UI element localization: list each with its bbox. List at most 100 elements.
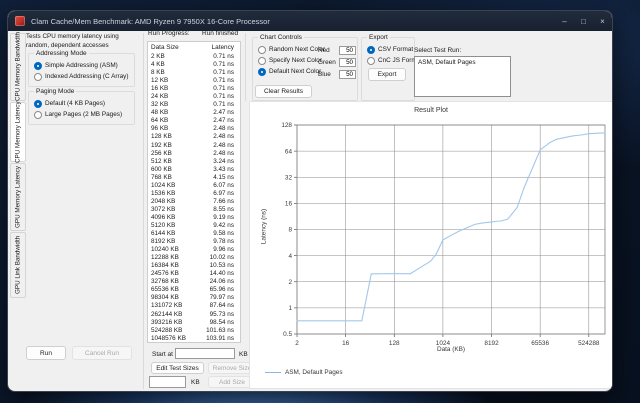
table-row[interactable]: 3072 KB8.55 ns [148,206,240,214]
table-row[interactable]: 16 KB0.71 ns [148,85,240,93]
table-row[interactable]: 512 KB3.24 ns [148,158,240,166]
radio-icon [367,57,375,65]
table-row[interactable]: 12288 KB10.02 ns [148,254,240,262]
table-row[interactable]: 128 KB 2.48 ns [148,133,240,141]
data-size-cell: 16384 KB [151,262,179,270]
data-size-cell: 2048 KB [151,198,175,206]
run-button[interactable]: Run [26,346,66,360]
data-size-cell: 8192 KB [151,238,175,246]
table-row[interactable]: 1048576 KB103.91 ns [148,335,240,343]
radio-option-large-pages-2-mb-pages[interactable]: Large Pages (2 MB Pages) [29,109,134,120]
table-row[interactable]: 4 KB0.71 ns [148,61,240,69]
red-row: Red [318,44,356,56]
table-row[interactable]: 131072 KB87.64 ns [148,302,240,310]
caption-buttons: – □ × [555,11,612,31]
maximize-button[interactable]: □ [574,11,593,31]
test-run-item[interactable]: ASM, Default Pages [415,57,510,66]
radio-option-cnc-js-format[interactable]: CnC JS Format [362,55,414,66]
export-button[interactable]: Export [368,68,406,81]
radio-option-indexed-addressing-c-array[interactable]: Indexed Addressing (C Array) [29,71,134,82]
table-row[interactable]: 32 KB0.71 ns [148,101,240,109]
add-size-unit: KB [191,379,200,387]
data-size-cell: 98304 KB [151,294,179,302]
latency-cell: 3.43 ns [213,166,234,174]
group-title: Addressing Mode [34,50,89,58]
table-row[interactable]: 1024 KB 6.07 ns [148,182,240,190]
sidebar-tab-cpu-memory-bandwidth[interactable]: CPU Memory Bandwidth [10,33,26,101]
data-size-cell: 1024 KB [151,182,175,190]
table-row[interactable]: 4096 KB9.19 ns [148,214,240,222]
radio-icon [34,73,42,81]
red-value-input[interactable] [339,46,356,55]
table-row[interactable]: 6144 KB9.58 ns [148,230,240,238]
latency-cell: 87.64 ns [210,302,234,310]
table-row[interactable]: 16384 KB10.53 ns [148,262,240,270]
table-row[interactable]: 98304 KB79.97 ns [148,294,240,302]
table-row[interactable]: 8 KB0.71 ns [148,69,240,77]
data-size-cell: 5120 KB [151,222,175,230]
latency-cell: 9.78 ns [213,238,234,246]
table-row[interactable]: 24576 KB14.40 ns [148,270,240,278]
edit-test-sizes-button[interactable]: Edit Test Sizes [151,362,204,374]
latency-cell: 65.96 ns [210,286,234,294]
data-size-cell: 3072 KB [151,206,175,214]
table-row[interactable]: 12 KB0.71 ns [148,77,240,85]
results-table[interactable]: Data Size Latency 2 KB0.71 ns4 KB0.71 ns… [147,41,241,343]
column-data-size: Data Size [151,44,179,53]
table-row[interactable]: 768 KB4.15 ns [148,174,240,182]
table-row[interactable]: 8192 KB 9.78 ns [148,238,240,246]
data-size-cell: 524288 KB [151,327,182,335]
table-row[interactable]: 2048 KB7.66 ns [148,198,240,206]
table-row[interactable]: 32768 KB24.06 ns [148,278,240,286]
data-size-cell: 6144 KB [151,230,175,238]
latency-cell: 0.71 ns [213,101,234,109]
latency-cell: 9.42 ns [213,222,234,230]
test-run-listbox[interactable]: ASM, Default Pages [414,56,511,97]
svg-text:64: 64 [285,148,293,155]
radio-option-simple-addressing-asm[interactable]: Simple Addressing (ASM) [29,60,134,71]
app-window: Clam Cache/Mem Benchmark: AMD Ryzen 9 79… [7,10,613,392]
x-axis-label: Data (KB) [297,346,605,353]
table-row[interactable]: 65536 KB65.96 ns [148,286,240,294]
radio-label: Default Next Color [269,68,321,75]
radio-icon [34,111,42,119]
latency-cell: 6.07 ns [213,182,234,190]
clear-results-button[interactable]: Clear Results [255,85,312,98]
table-row[interactable]: 262144 KB95.73 ns [148,311,240,319]
table-row[interactable]: 2 KB0.71 ns [148,53,240,61]
radio-icon [34,62,42,70]
table-row[interactable]: 64 KB2.47 ns [148,117,240,125]
run-status: Run finished [202,30,238,38]
table-row[interactable]: 600 KB3.43 ns [148,166,240,174]
radio-option-default-4-kb-pages[interactable]: Default (4 KB Pages) [29,98,134,109]
minimize-button[interactable]: – [555,11,574,31]
table-row[interactable]: 1536 KB6.97 ns [148,190,240,198]
table-row[interactable]: 393216 KB98.54 ns [148,319,240,327]
green-value-input[interactable] [339,58,356,67]
table-row[interactable]: 524288 KB101.63 ns [148,327,240,335]
data-size-cell: 128 KB [151,133,172,141]
data-size-cell: 8 KB [151,69,165,77]
app-icon [15,16,25,26]
add-size-input[interactable] [149,376,186,388]
table-row[interactable]: 192 KB2.48 ns [148,142,240,150]
latency-cell: 95.73 ns [210,311,234,319]
table-row[interactable]: 256 KB2.48 ns [148,150,240,158]
table-row[interactable]: 96 KB2.48 ns [148,125,240,133]
table-row[interactable]: 48 KB2.47 ns [148,109,240,117]
close-button[interactable]: × [593,11,612,31]
title-bar[interactable]: Clam Cache/Mem Benchmark: AMD Ryzen 9 79… [8,11,612,31]
start-at-input[interactable] [175,348,235,359]
sidebar-tab-cpu-memory-latency[interactable]: CPU Memory Latency [10,102,26,162]
sidebar-tab-gpu-memory-latency[interactable]: GPU Memory Latency [10,163,26,231]
latency-cell: 2.48 ns [213,133,234,141]
sidebar-tab-gpu-link-bandwidth[interactable]: GPU Link Bandwidth [10,232,26,298]
radio-option-csv-format[interactable]: CSV Format [362,44,414,55]
blue-value-input[interactable] [339,70,356,79]
table-row[interactable]: 5120 KB 9.42 ns [148,222,240,230]
data-size-cell: 2 KB [151,53,165,61]
chart-legend: ASM, Default Pages [265,369,343,376]
table-row[interactable]: 10240 KB9.96 ns [148,246,240,254]
latency-cell: 3.24 ns [213,158,234,166]
table-row[interactable]: 24 KB0.71 ns [148,93,240,101]
